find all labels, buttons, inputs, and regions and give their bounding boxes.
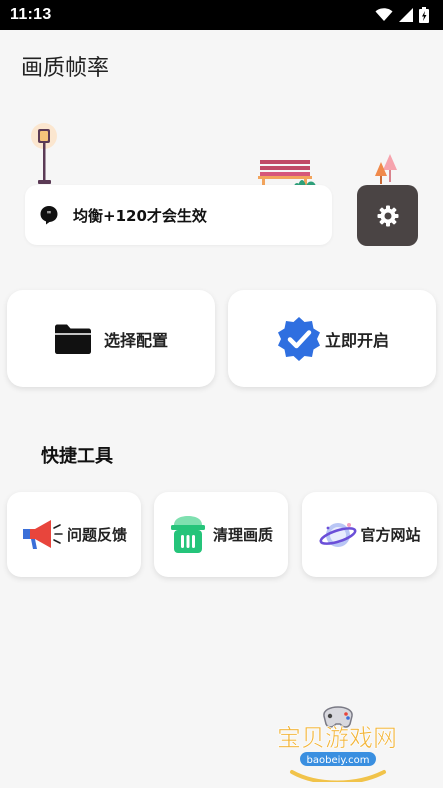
svg-text:": "	[47, 211, 52, 221]
quick-tools-title: 快捷工具	[41, 446, 113, 467]
status-time: 11:13	[10, 6, 52, 23]
megaphone-icon	[22, 519, 63, 549]
trash-icon	[170, 515, 205, 553]
street-lamp-illustration	[31, 123, 57, 184]
select-config-label: 选择配置	[103, 330, 168, 350]
notice-text: 均衡+120才会生效	[73, 206, 207, 225]
bench-illustration	[258, 160, 316, 186]
clean-quality-button[interactable]: 清理画质	[154, 492, 288, 577]
status-icons	[375, 7, 429, 23]
planet-icon	[319, 522, 357, 547]
watermark-url: baobeiy.com	[307, 755, 370, 766]
start-now-label: 立即开启	[324, 330, 389, 350]
folder-icon	[54, 324, 91, 354]
status-bar: 11:13	[0, 0, 443, 30]
start-now-button[interactable]: 立即开启	[228, 290, 436, 387]
verified-badge-icon	[277, 316, 320, 361]
feedback-button[interactable]: 问题反馈	[7, 492, 141, 577]
official-site-label: 官方网站	[360, 526, 421, 544]
wifi-icon	[375, 8, 393, 21]
feedback-label: 问题反馈	[66, 526, 127, 544]
watermark-title: 宝贝游戏网	[277, 724, 397, 752]
trees-illustration	[375, 154, 397, 184]
quote-bubble-icon: "	[40, 206, 58, 225]
official-site-button[interactable]: 官方网站	[302, 492, 437, 577]
select-config-button[interactable]: 选择配置	[7, 290, 215, 387]
battery-icon	[419, 7, 429, 23]
gear-icon	[377, 205, 398, 226]
page-title: 画质帧率	[21, 56, 110, 81]
notice-card: " 均衡+120才会生效	[25, 185, 332, 245]
settings-button[interactable]	[357, 185, 418, 246]
clean-quality-label: 清理画质	[212, 526, 273, 544]
signal-icon	[399, 8, 413, 22]
watermark-logo: 宝贝游戏网 baobeiy.com	[277, 706, 397, 782]
